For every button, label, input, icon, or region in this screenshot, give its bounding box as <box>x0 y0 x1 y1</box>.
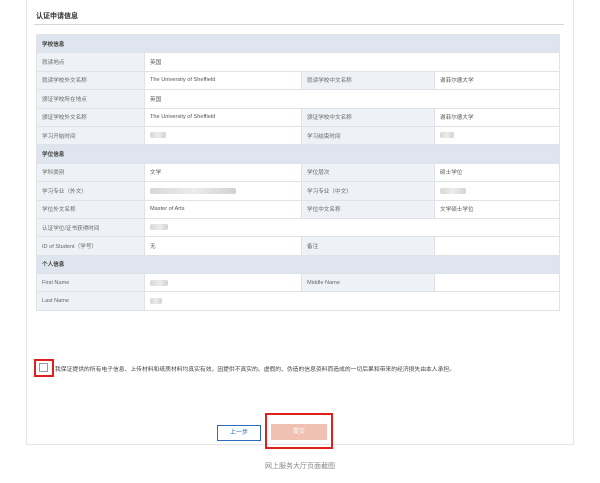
field-label: 学科类别 <box>36 162 145 183</box>
field-label: 学习结束时间 <box>301 125 435 146</box>
field-value-redacted <box>144 125 302 146</box>
redacted-value <box>150 297 162 304</box>
application-info-table: 学校信息 就读地点 英国 就读学校外文名称 The University of … <box>35 33 561 311</box>
field-value-redacted <box>144 181 302 201</box>
submit-button[interactable]: 提交 <box>271 424 327 440</box>
field-value <box>433 236 561 256</box>
field-label: 备注 <box>301 236 435 256</box>
table-row: Last Name <box>36 291 561 311</box>
redacted-value <box>150 224 168 231</box>
field-label: Middle Name <box>301 273 435 293</box>
field-value: The University of Sheffield <box>144 70 302 91</box>
field-label: 学位层次 <box>301 162 435 183</box>
field-value: 硕士学位 <box>433 162 561 183</box>
field-value: 英国 <box>143 52 561 72</box>
figure-caption: 网上服务大厅页面截图 <box>265 463 335 470</box>
field-label: ID of Student（学号） <box>36 236 145 256</box>
field-label: First Name <box>36 273 145 293</box>
field-value: 英国 <box>143 89 561 109</box>
field-value-redacted <box>144 273 302 293</box>
table-row: 学位外文名称 Master of Arts 学位中文名称 文学硕士学位 <box>36 199 561 219</box>
agreement-text: 我保证提供的所有电子信息、上传材料和纸质材料均真实有效，因提供不真实的、虚假的、… <box>55 367 455 373</box>
redacted-value <box>440 132 454 139</box>
field-value-redacted <box>143 217 561 238</box>
field-label: 学位中文名称 <box>301 199 435 219</box>
field-value: Master of Arts <box>144 199 302 219</box>
field-value-redacted <box>433 181 561 201</box>
field-label: 认证学位/证书获得时间 <box>36 217 145 238</box>
redacted-value <box>150 279 168 286</box>
table-row: 颁证学校外文名称 The University of Sheffield 颁证学… <box>36 107 561 127</box>
field-label: 学位外文名称 <box>36 199 145 219</box>
field-label: 学习开始时间 <box>36 125 145 146</box>
redacted-value <box>150 187 236 194</box>
table-row: 学习开始时间 学习结束时间 <box>36 125 561 146</box>
table-row: 就读地点 英国 <box>36 52 561 72</box>
field-value-redacted <box>143 291 561 311</box>
previous-step-button[interactable]: 上一步 <box>217 425 261 441</box>
redacted-value <box>440 187 466 194</box>
field-value: The University of Sheffield <box>144 107 302 127</box>
field-label: 学习专业（中文） <box>301 181 435 201</box>
table-row: 学科类别 文学 学位层次 硕士学位 <box>36 162 561 183</box>
field-value: 谢菲尔德大学 <box>433 70 561 91</box>
divider <box>34 24 564 25</box>
agreement-checkbox[interactable] <box>39 363 48 372</box>
field-value-redacted <box>433 125 561 146</box>
field-value: 谢菲尔德大学 <box>433 107 561 127</box>
field-label: 颁证学校外文名称 <box>36 107 145 127</box>
table-row: 就读学校外文名称 The University of Sheffield 就读学… <box>36 70 561 91</box>
section-header-school: 学校信息 <box>35 33 561 54</box>
field-value: 文学 <box>144 162 302 183</box>
section-header-degree: 学位信息 <box>35 144 561 164</box>
field-label: 就读学校中文名称 <box>301 70 435 91</box>
agreement-row: 我保证提供的所有电子信息、上传材料和纸质材料均真实有效，因提供不真实的、虚假的、… <box>34 359 574 377</box>
section-title: 认证申请信息 <box>36 13 78 20</box>
section-header-personal: 个人信息 <box>35 254 561 275</box>
table-row: 认证学位/证书获得时间 <box>36 217 561 238</box>
table-row: ID of Student（学号） 无 备注 <box>36 236 561 256</box>
field-label: 就读地点 <box>36 52 145 72</box>
field-value: 文学硕士学位 <box>433 199 561 219</box>
field-label: 就读学校外文名称 <box>36 70 145 91</box>
table-row: 颁证学校所在地点 英国 <box>36 89 561 109</box>
redacted-value <box>150 132 166 139</box>
table-row: First Name Middle Name <box>36 273 561 293</box>
field-label: 颁证学校中文名称 <box>301 107 435 127</box>
field-value: 无 <box>144 236 302 256</box>
field-value <box>433 273 561 293</box>
field-label: 颁证学校所在地点 <box>36 89 145 109</box>
section-header: 个人信息 <box>35 254 561 275</box>
section-header: 学校信息 <box>35 33 561 54</box>
section-header: 学位信息 <box>35 144 561 164</box>
table-row: 学习专业（外文） 学习专业（中文） <box>36 181 561 201</box>
field-label: Last Name <box>36 291 145 311</box>
field-label: 学习专业（外文） <box>36 181 145 201</box>
